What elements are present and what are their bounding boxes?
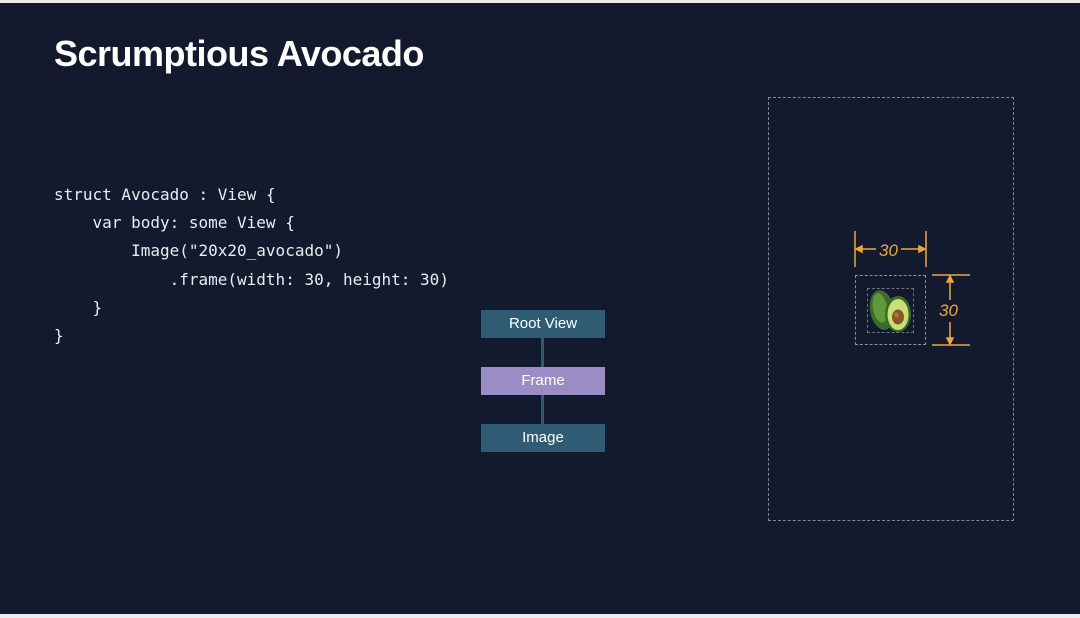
height-dimension-label: 30 xyxy=(938,300,959,322)
width-arrow-left xyxy=(854,244,863,254)
height-arrow-bottom xyxy=(945,337,955,346)
width-arrow-right xyxy=(918,244,927,254)
dimension-guides xyxy=(854,231,970,346)
width-dimension-label: 30 xyxy=(876,241,901,261)
height-arrow-top xyxy=(945,274,955,283)
slide: Scrumptious Avocado struct Avocado : Vie… xyxy=(0,3,1080,614)
